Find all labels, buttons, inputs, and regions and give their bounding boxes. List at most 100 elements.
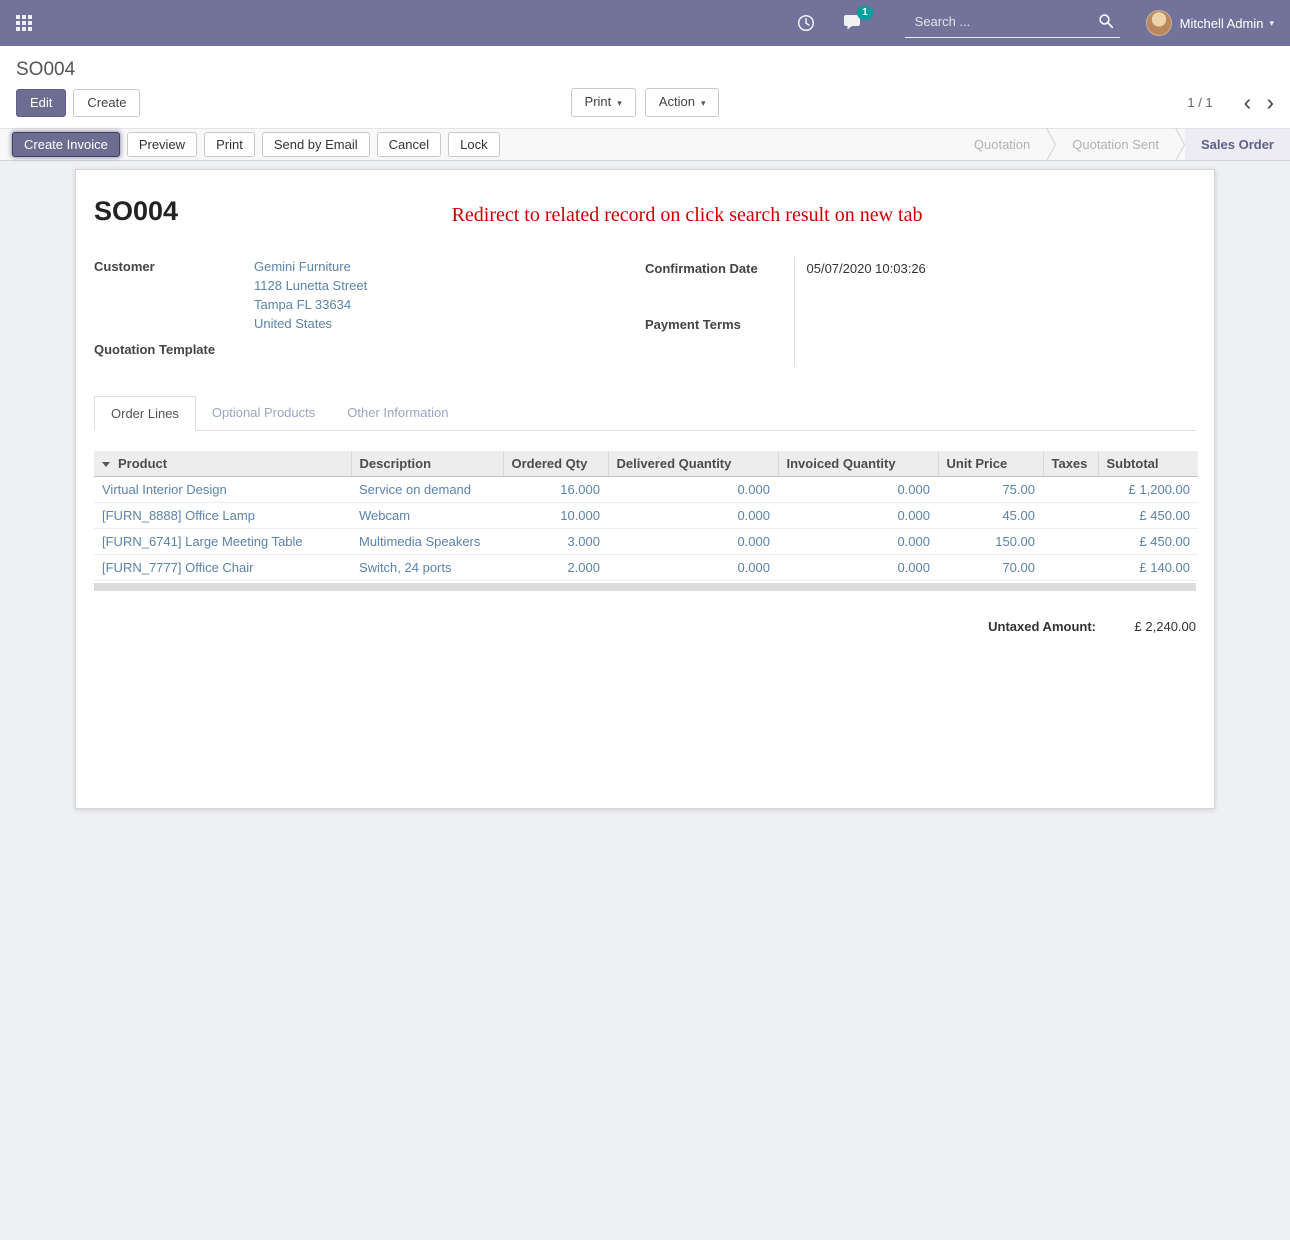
column-header-invoiced-quantity[interactable]: Invoiced Quantity	[778, 451, 938, 477]
pager-previous-icon[interactable]: ‹	[1244, 91, 1252, 114]
cell-product: [FURN_7777] Office Chair	[94, 555, 351, 581]
lock-button[interactable]: Lock	[448, 132, 499, 157]
statusbar: Create Invoice Preview Print Send by Ema…	[0, 128, 1290, 161]
global-search	[905, 9, 1120, 38]
order-line-row[interactable]: Virtual Interior Design Service on deman…	[94, 477, 1198, 503]
top-navbar: 1 Mitchell Admin ▾	[0, 0, 1290, 46]
cell-subtotal: £ 450.00	[1098, 503, 1198, 529]
column-header-taxes[interactable]: Taxes	[1043, 451, 1098, 477]
print-menu-label: Print	[585, 94, 612, 109]
cancel-button[interactable]: Cancel	[377, 132, 441, 157]
confirmation-date-label: Confirmation Date	[645, 257, 794, 315]
cell-product: Virtual Interior Design	[94, 477, 351, 503]
cell-delivered-qty: 0.000	[608, 477, 778, 503]
tab-order-lines[interactable]: Order Lines	[94, 396, 196, 431]
chevron-down-icon: ▾	[1269, 18, 1274, 29]
action-menu-label: Action	[659, 94, 695, 109]
column-header-label: Product	[118, 456, 167, 471]
edit-button[interactable]: Edit	[16, 89, 66, 117]
cell-ordered-qty: 16.000	[503, 477, 608, 503]
search-icon[interactable]	[1098, 13, 1114, 29]
order-line-row[interactable]: [FURN_8888] Office Lamp Webcam 10.000 0.…	[94, 503, 1198, 529]
cell-unit-price: 150.00	[938, 529, 1043, 555]
cell-description: Webcam	[351, 503, 503, 529]
cell-invoiced-qty: 0.000	[778, 529, 938, 555]
payment-terms-label: Payment Terms	[645, 315, 794, 366]
cell-invoiced-qty: 0.000	[778, 503, 938, 529]
cell-ordered-qty: 2.000	[503, 555, 608, 581]
cell-ordered-qty: 3.000	[503, 529, 608, 555]
column-header-product[interactable]: Product	[94, 451, 351, 477]
chevron-down-icon: ▾	[701, 98, 706, 108]
create-invoice-button[interactable]: Create Invoice	[12, 132, 120, 157]
cell-description: Service on demand	[351, 477, 503, 503]
annotation-note: Redirect to related record on click sear…	[178, 196, 1196, 227]
messages-icon[interactable]: 1	[843, 14, 863, 32]
sort-caret-icon[interactable]	[102, 462, 110, 467]
status-sales-order[interactable]: Sales Order	[1185, 129, 1290, 160]
statusbar-arrow-divider	[1046, 129, 1056, 160]
notebook-tabs: Order Lines Optional Products Other Info…	[94, 396, 1196, 431]
apps-menu-icon[interactable]	[16, 15, 32, 31]
column-header-unit-price[interactable]: Unit Price	[938, 451, 1043, 477]
column-header-description[interactable]: Description	[351, 451, 503, 477]
search-input[interactable]	[913, 13, 1098, 30]
cell-invoiced-qty: 0.000	[778, 477, 938, 503]
customer-address-line: United States	[254, 314, 367, 333]
breadcrumb-row: SO004	[0, 46, 1290, 84]
status-quotation[interactable]: Quotation	[958, 129, 1046, 160]
cell-taxes	[1043, 477, 1098, 503]
column-header-subtotal[interactable]: Subtotal	[1098, 451, 1198, 477]
cell-unit-price: 45.00	[938, 503, 1043, 529]
cell-product: [FURN_8888] Office Lamp	[94, 503, 351, 529]
preview-button[interactable]: Preview	[127, 132, 197, 157]
status-quotation-sent[interactable]: Quotation Sent	[1056, 129, 1175, 160]
column-header-ordered-qty[interactable]: Ordered Qty	[503, 451, 608, 477]
avatar	[1146, 10, 1172, 36]
user-name: Mitchell Admin	[1180, 16, 1264, 31]
column-header-delivered-quantity[interactable]: Delivered Quantity	[608, 451, 778, 477]
action-menu-button[interactable]: Action ▾	[645, 88, 720, 117]
cell-delivered-qty: 0.000	[608, 503, 778, 529]
chevron-down-icon: ▾	[617, 98, 622, 108]
tab-other-information[interactable]: Other Information	[331, 396, 464, 431]
print-menu-button[interactable]: Print ▾	[571, 88, 636, 117]
customer-address-line: 1128 Lunetta Street	[254, 276, 367, 295]
customer-label: Customer	[94, 257, 254, 333]
order-lines-table: Product Description Ordered Qty Delivere…	[94, 451, 1198, 581]
activities-clock-icon[interactable]	[797, 14, 815, 32]
untaxed-amount-value: £ 2,240.00	[1096, 619, 1196, 634]
customer-address-line: Tampa FL 33634	[254, 295, 367, 314]
cell-description: Switch, 24 ports	[351, 555, 503, 581]
payment-terms-value	[794, 315, 1196, 366]
record-title: SO004	[94, 196, 178, 227]
messages-badge: 1	[857, 6, 873, 20]
cell-unit-price: 70.00	[938, 555, 1043, 581]
cell-delivered-qty: 0.000	[608, 529, 778, 555]
order-line-row[interactable]: [FURN_7777] Office Chair Switch, 24 port…	[94, 555, 1198, 581]
totals-section: Untaxed Amount: £ 2,240.00	[94, 619, 1196, 634]
user-menu[interactable]: Mitchell Admin ▾	[1146, 10, 1274, 36]
cell-subtotal: £ 450.00	[1098, 529, 1198, 555]
order-line-row[interactable]: [FURN_6741] Large Meeting Table Multimed…	[94, 529, 1198, 555]
pager-next-icon[interactable]: ›	[1266, 91, 1274, 114]
pager-value: 1 / 1	[1187, 95, 1212, 110]
customer-link[interactable]: Gemini Furniture	[254, 257, 367, 276]
table-scrollbar[interactable]	[94, 583, 1196, 591]
breadcrumb: SO004	[16, 59, 75, 80]
cell-subtotal: £ 1,200.00	[1098, 477, 1198, 503]
print-button[interactable]: Print	[204, 132, 255, 157]
form-view-background: SO004 Redirect to related record on clic…	[0, 161, 1290, 1240]
cell-invoiced-qty: 0.000	[778, 555, 938, 581]
confirmation-date-value: 05/07/2020 10:03:26	[794, 257, 1196, 315]
control-panel: Edit Create Print ▾ Action ▾ 1 / 1 ‹ ›	[0, 84, 1290, 128]
cell-taxes	[1043, 555, 1098, 581]
create-button[interactable]: Create	[73, 89, 140, 117]
cell-description: Multimedia Speakers	[351, 529, 503, 555]
sales-order-sheet: SO004 Redirect to related record on clic…	[75, 169, 1215, 809]
untaxed-amount-label: Untaxed Amount:	[988, 619, 1096, 634]
cell-ordered-qty: 10.000	[503, 503, 608, 529]
statusbar-arrow-divider	[1175, 129, 1185, 160]
send-by-email-button[interactable]: Send by Email	[262, 132, 370, 157]
tab-optional-products[interactable]: Optional Products	[196, 396, 331, 431]
